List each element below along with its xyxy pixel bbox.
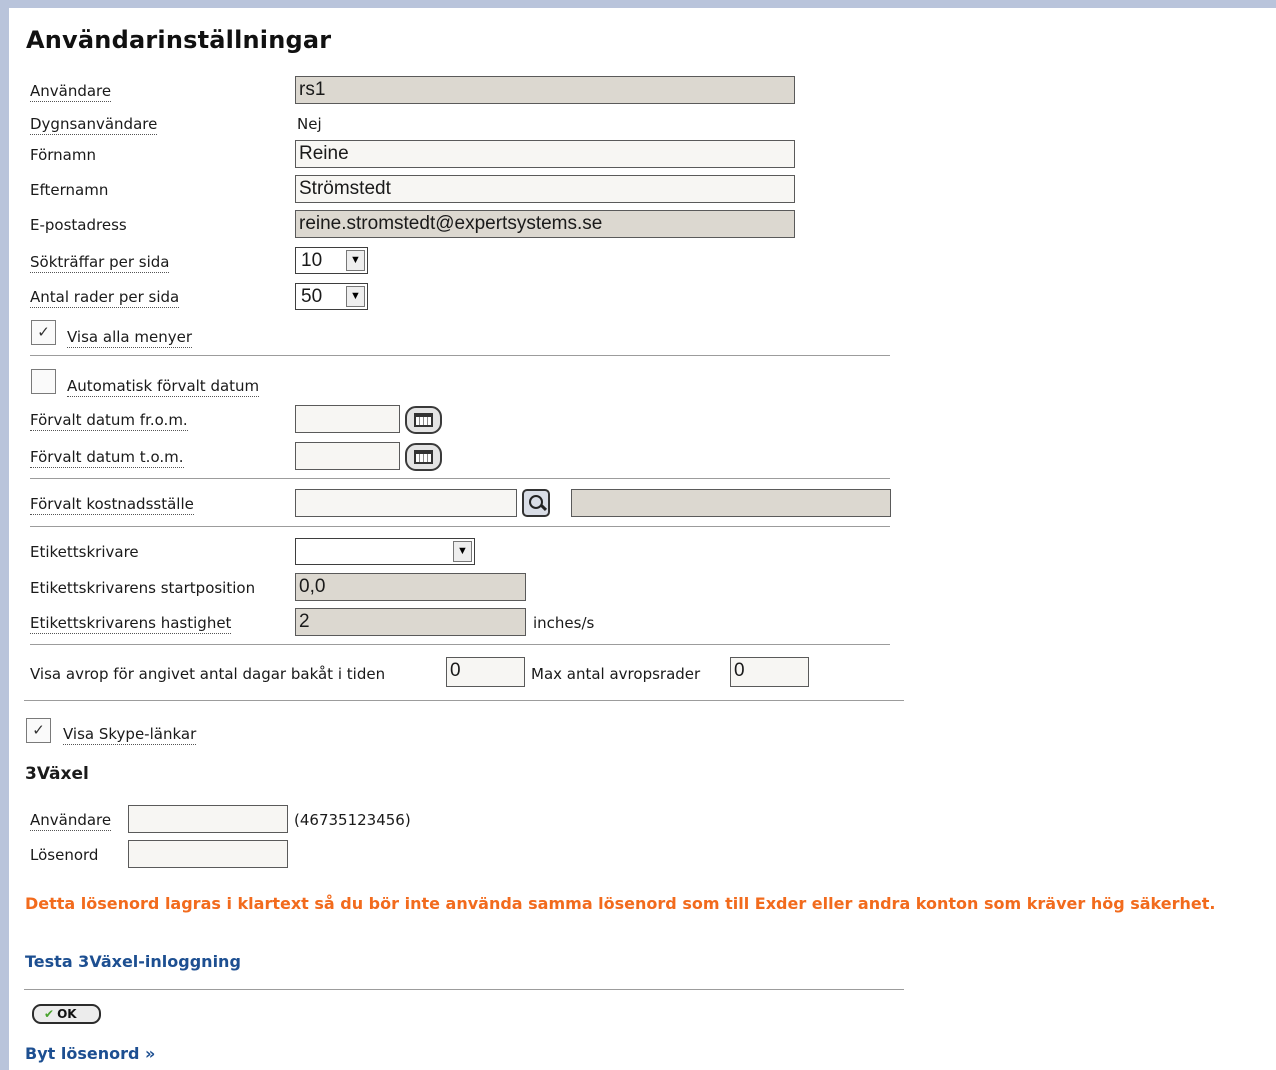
auto-date-checkbox[interactable]: [31, 369, 56, 394]
calloff-days-field[interactable]: 0: [446, 657, 525, 687]
calloff-max-field[interactable]: 0: [730, 657, 809, 687]
date-to-field[interactable]: [295, 442, 400, 470]
username-label: Användare: [30, 82, 112, 102]
printer-speed-label: Etikettskrivarens hastighet: [30, 614, 232, 634]
date-from-label: Förvalt datum fr.o.m.: [30, 411, 188, 431]
printer-speed-unit: inches/s: [533, 614, 595, 632]
vaxel-password-field[interactable]: [128, 840, 288, 868]
divider: [24, 700, 904, 701]
test-vaxel-login-link[interactable]: Testa 3Växel-inloggning: [25, 952, 241, 971]
calloff-max-label: Max antal avropsrader: [531, 665, 701, 683]
calloff-days-label: Visa avrop för angivet antal dagar bakåt…: [30, 665, 386, 683]
divider: [24, 989, 904, 990]
date-to-calendar-button[interactable]: [405, 443, 442, 471]
hits-per-page-label: Sökträffar per sida: [30, 253, 170, 273]
calendar-icon: [414, 413, 433, 427]
vaxel-warning-text: Detta lösenord lagras i klartext så du b…: [25, 894, 1216, 913]
auto-date-label[interactable]: Automatisk förvalt datum: [67, 377, 260, 397]
lastname-label: Efternamn: [30, 181, 109, 199]
top-frame-border: [0, 0, 1276, 8]
cost-center-search-button[interactable]: [522, 489, 550, 517]
change-password-link[interactable]: Byt lösenord »: [25, 1044, 155, 1063]
hits-per-page-select[interactable]: 10 ▼: [295, 247, 368, 274]
date-to-label: Förvalt datum t.o.m.: [30, 448, 184, 468]
show-all-menus-label[interactable]: Visa alla menyer: [67, 328, 192, 348]
cost-center-label: Förvalt kostnadsställe: [30, 495, 194, 515]
lastname-field[interactable]: Strömstedt: [295, 175, 795, 203]
vaxel-password-label: Lösenord: [30, 846, 99, 864]
rows-per-page-value: 50: [301, 286, 323, 307]
cost-center-name-field: [571, 489, 891, 517]
label-printer-label: Etikettskrivare: [30, 543, 139, 561]
divider: [30, 478, 890, 479]
email-field[interactable]: reine.stromstedt@expertsystems.se: [295, 210, 795, 238]
show-skype-links-label[interactable]: Visa Skype-länkar: [63, 725, 197, 745]
day-user-value: Nej: [297, 115, 322, 133]
dropdown-arrow-icon[interactable]: ▼: [346, 286, 365, 307]
vaxel-user-field[interactable]: [128, 805, 288, 833]
vaxel-user-hint: (46735123456): [294, 811, 411, 829]
dropdown-arrow-icon[interactable]: ▼: [453, 541, 472, 562]
show-skype-links-checkbox[interactable]: ✓: [26, 718, 51, 743]
divider: [30, 526, 890, 527]
ok-button[interactable]: ✔ OK: [32, 1004, 101, 1024]
show-all-menus-checkbox[interactable]: ✓: [31, 320, 56, 345]
rows-per-page-label: Antal rader per sida: [30, 288, 180, 308]
cost-center-code-field[interactable]: [295, 489, 517, 517]
label-printer-select[interactable]: ▼: [295, 538, 475, 565]
divider: [30, 644, 890, 645]
calendar-icon: [414, 450, 433, 464]
ok-button-label: OK: [57, 1007, 77, 1021]
left-frame-border: [0, 0, 9, 1070]
firstname-label: Förnamn: [30, 146, 96, 164]
day-user-label: Dygnsanvändare: [30, 115, 158, 135]
printer-speed-field[interactable]: 2: [295, 608, 526, 636]
date-from-field[interactable]: [295, 405, 400, 433]
vaxel-heading: 3Växel: [25, 764, 89, 784]
divider: [30, 355, 890, 356]
printer-start-field[interactable]: 0,0: [295, 573, 526, 601]
printer-start-label: Etikettskrivarens startposition: [30, 579, 256, 597]
date-from-calendar-button[interactable]: [405, 406, 442, 434]
dropdown-arrow-icon[interactable]: ▼: [346, 250, 365, 271]
page-title: Användarinställningar: [26, 26, 332, 54]
hits-per-page-value: 10: [301, 250, 323, 271]
checkmark-icon: ✓: [37, 323, 50, 341]
firstname-field[interactable]: Reine: [295, 140, 795, 168]
checkmark-icon: ✔: [44, 1007, 55, 1021]
checkmark-icon: ✓: [32, 721, 45, 739]
rows-per-page-select[interactable]: 50 ▼: [295, 283, 368, 310]
email-label: E-postadress: [30, 216, 127, 234]
username-field[interactable]: rs1: [295, 76, 795, 104]
vaxel-user-label: Användare: [30, 811, 112, 831]
